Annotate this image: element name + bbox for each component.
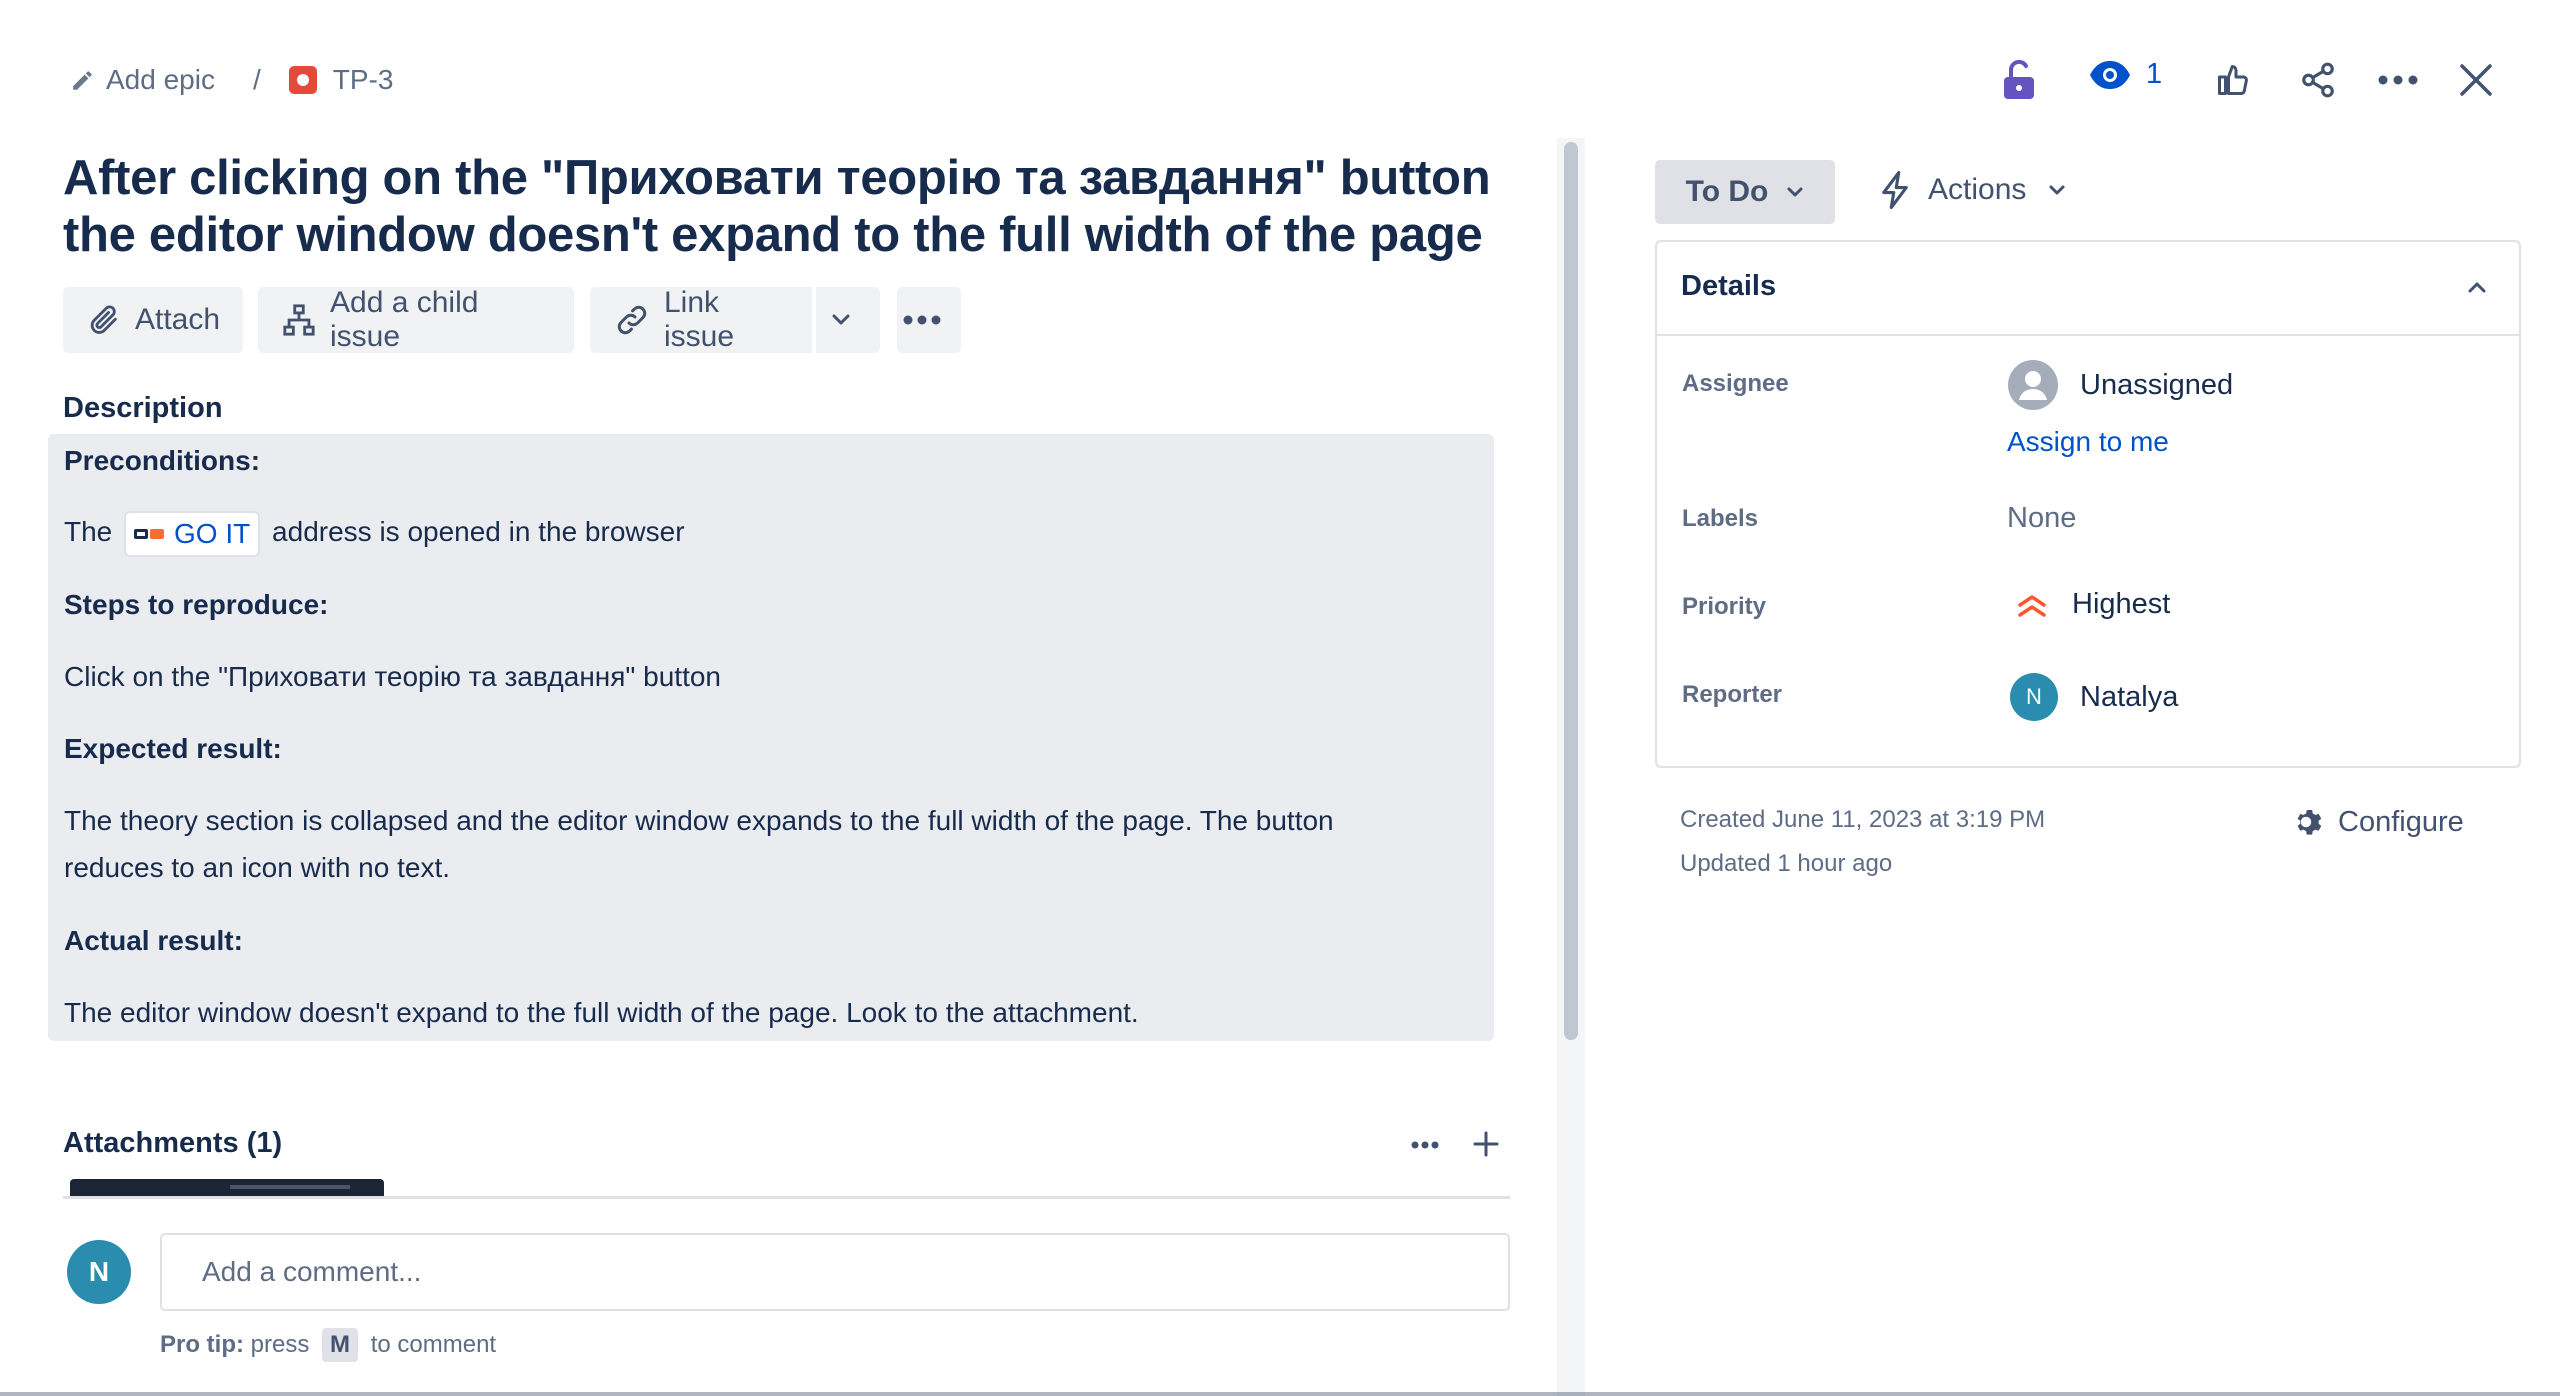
details-header[interactable]: Details <box>1657 242 2519 336</box>
like-button[interactable] <box>2212 58 2254 102</box>
priority-value: Highest <box>2072 588 2171 620</box>
unlock-icon <box>2002 59 2036 101</box>
configure-label: Configure <box>2338 805 2464 838</box>
go-it-chip-text: GO IT <box>174 517 251 549</box>
attachment-thumbnail[interactable] <box>70 1179 384 1197</box>
reporter-label: Reporter <box>1682 681 1783 708</box>
chevron-down-icon <box>1786 186 1804 198</box>
more-horizontal-icon <box>2378 75 2418 85</box>
link-issue-label: Link issue <box>664 286 735 353</box>
preconditions-text: The GO IT address is opened in the brows… <box>64 508 685 557</box>
hierarchy-icon <box>282 303 316 337</box>
more-actions-button[interactable] <box>2376 62 2420 98</box>
watch-count: 1 <box>2146 58 2163 90</box>
attachments-heading: Attachments (1) <box>63 1127 283 1159</box>
content-scrollbar-thumb[interactable] <box>1564 142 1578 1040</box>
assignee-value: Unassigned <box>2080 368 2234 401</box>
add-child-issue-button[interactable]: Add a child issue <box>258 286 574 353</box>
expected-label: Expected result: <box>64 733 282 764</box>
expected-text-line-1: The theory section is collapsed and the … <box>64 805 1334 836</box>
pro-tip-rest: to comment <box>370 1331 497 1358</box>
labels-label: Labels <box>1682 505 1759 532</box>
eye-icon <box>2088 59 2132 91</box>
chevron-up-icon <box>2467 280 2487 294</box>
preconditions-rest: address is opened in the browser <box>272 516 685 547</box>
close-icon <box>2459 63 2493 97</box>
comment-input[interactable]: Add a comment... <box>160 1233 1510 1311</box>
reporter-field[interactable]: N Natalya <box>2010 673 2178 721</box>
plus-icon <box>1472 1130 1500 1158</box>
lock-button[interactable] <box>1998 56 2040 104</box>
actual-label: Actual result: <box>64 925 243 956</box>
gear-icon <box>2288 804 2324 840</box>
go-it-link-chip[interactable]: GO IT <box>124 510 261 557</box>
steps-text: Click on the "Приховати теорію та завдан… <box>64 661 721 692</box>
actions-label: Actions <box>1928 173 2027 206</box>
window-bottom-edge <box>0 1392 2560 1396</box>
lightning-icon <box>1880 170 1910 210</box>
add-epic-link[interactable]: Add epic <box>70 62 215 98</box>
more-horizontal-icon <box>1411 1141 1439 1149</box>
bug-icon <box>288 66 317 94</box>
watch-button[interactable]: 1 <box>2088 58 2162 91</box>
created-date: Created June 11, 2023 at 3:19 PM <box>1680 806 2046 833</box>
add-epic-label: Add epic <box>106 64 215 95</box>
issue-key: TP-3 <box>332 64 394 95</box>
attachments-divider <box>63 1196 1510 1199</box>
attach-button[interactable]: Attach <box>63 287 243 353</box>
assign-to-me-link[interactable]: Assign to me <box>2007 426 2169 458</box>
share-icon <box>2299 61 2337 99</box>
status-dropdown[interactable]: To Do <box>1655 160 1835 224</box>
chevron-down-icon <box>831 313 851 327</box>
paperclip-icon <box>87 303 121 337</box>
link-icon <box>614 302 650 338</box>
pro-tip-key: M <box>322 1328 359 1362</box>
close-button[interactable] <box>2456 60 2496 100</box>
description-heading: Description <box>63 392 223 424</box>
user-avatar-icon <box>2008 360 2058 410</box>
steps-label: Steps to reproduce: <box>64 589 329 620</box>
site-favicon-icon <box>134 528 165 540</box>
assignee-field[interactable]: Unassigned <box>2008 360 2233 410</box>
comment-avatar: N <box>67 1240 131 1304</box>
issue-key-link[interactable]: TP-3 <box>288 62 394 98</box>
status-label: To Do <box>1685 175 1769 208</box>
add-attachment-button[interactable] <box>1468 1126 1504 1162</box>
toolbar-more-button[interactable] <box>897 287 961 353</box>
share-button[interactable] <box>2296 58 2340 102</box>
actual-text: The editor window doesn't expand to the … <box>64 997 1139 1028</box>
reporter-avatar: N <box>2010 673 2058 721</box>
pencil-icon <box>70 67 96 93</box>
breadcrumb: Add epic / TP-3 <box>70 62 393 98</box>
more-horizontal-icon <box>903 315 941 325</box>
breadcrumb-separator: / <box>252 64 261 95</box>
link-issue-dropdown[interactable] <box>816 287 880 353</box>
thumbnail-bar <box>230 1185 350 1189</box>
attachments-more-button[interactable] <box>1406 1130 1444 1160</box>
updated-date: Updated 1 hour ago <box>1680 850 1893 877</box>
reporter-value: Natalya <box>2080 680 2179 713</box>
link-issue-button[interactable]: Link issue <box>590 286 812 353</box>
add-child-issue-label: Add a child issue <box>330 286 479 353</box>
priority-label: Priority <box>1682 593 1767 620</box>
priority-highest-icon <box>2016 591 2048 619</box>
issue-title[interactable]: After clicking on the "Приховати теорію … <box>63 150 1503 264</box>
attach-label: Attach <box>135 303 221 336</box>
details-title: Details <box>1681 270 1777 302</box>
preconditions-the: The <box>64 516 113 547</box>
thumbs-up-icon <box>2215 62 2251 98</box>
labels-value[interactable]: None <box>2007 502 2076 535</box>
preconditions-label: Preconditions: <box>64 445 261 476</box>
priority-field[interactable]: Highest <box>2016 588 2170 621</box>
assignee-label: Assignee <box>1682 370 1789 397</box>
pro-tip-press: press <box>250 1331 310 1358</box>
pro-tip: Pro tip: press M to comment <box>160 1328 496 1362</box>
chevron-down-icon <box>2048 184 2066 196</box>
actions-dropdown[interactable]: Actions <box>1880 170 2066 210</box>
expected-text-line-2: reduces to an icon with no text. <box>64 852 450 883</box>
pro-tip-label: Pro tip: <box>160 1331 244 1358</box>
configure-button[interactable]: Configure <box>2288 804 2464 840</box>
